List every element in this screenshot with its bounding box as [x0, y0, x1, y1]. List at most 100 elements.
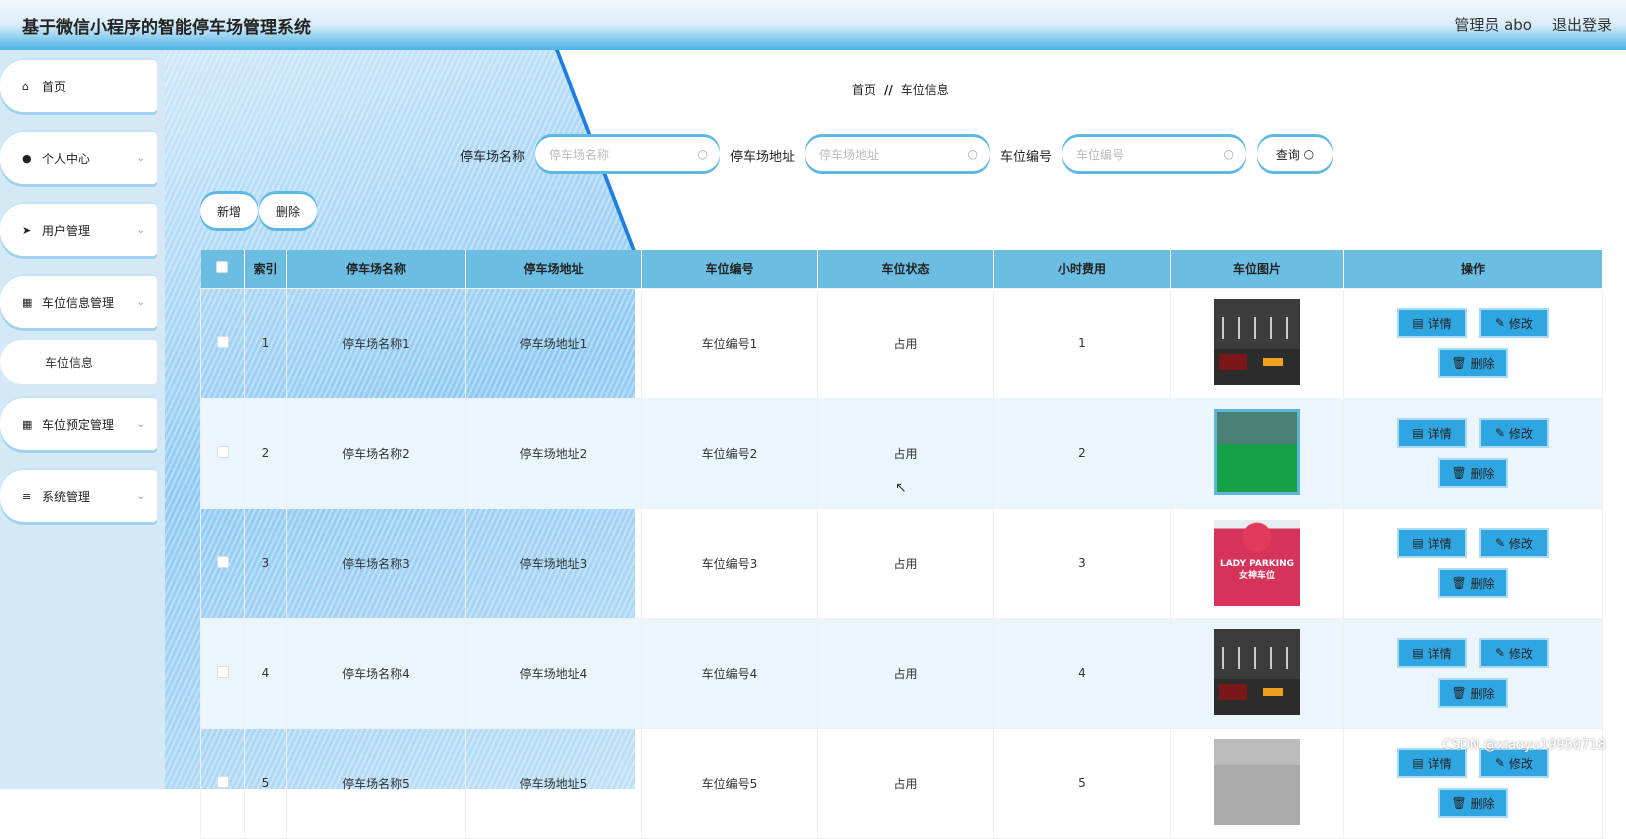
parking-space-image[interactable]: LADY PARKING 女神车位	[1214, 520, 1300, 606]
name-search-input[interactable]: 停车场名称 ○	[535, 137, 720, 171]
status-cell: 占用	[817, 507, 994, 619]
detail-button[interactable]: ▤ 详情	[1397, 308, 1467, 338]
document-icon: ▤	[1412, 426, 1428, 440]
sidebar-item-3[interactable]: ▦ 车位信息管理 ⌄	[0, 276, 157, 328]
edit-button[interactable]: ✎ 修改	[1479, 418, 1549, 448]
home-icon: ⌂	[22, 79, 29, 93]
add-button[interactable]: 新增	[200, 194, 258, 228]
parking-space-image[interactable]	[1214, 628, 1300, 715]
logout-link[interactable]: 退出登录	[1552, 16, 1612, 34]
parking-space-image[interactable]	[1214, 738, 1300, 825]
sidebar-item-label: 车位信息管理	[42, 295, 115, 310]
sidebar-item-2[interactable]: ➤ 用户管理 ⌄	[0, 204, 157, 256]
row-delete-button[interactable]: 🗑 删除	[1438, 458, 1508, 488]
name-cell: 停车场名称5	[286, 727, 466, 839]
table-row: 3 停车场名称3 停车场地址3 车位编号3 占用 3 LADY PARKING …	[200, 507, 1603, 619]
image-cell: LADY PARKING 女神车位	[1170, 507, 1344, 619]
detail-label: 详情	[1427, 536, 1452, 551]
grid-icon: ▦	[22, 295, 33, 309]
addr-search-input[interactable]: 停车场地址 ○	[805, 137, 990, 171]
placeholder: 停车场名称	[549, 147, 610, 162]
row-delete-button[interactable]: 🗑 删除	[1438, 788, 1508, 818]
select-all-checkbox[interactable]	[216, 261, 229, 274]
sidebar-item-4[interactable]: ▦ 车位预定管理 ⌄	[0, 398, 157, 450]
fee-cell: 5	[993, 727, 1171, 839]
pencil-icon: ✎	[1495, 646, 1509, 660]
query-label: 查询	[1275, 147, 1300, 162]
row-checkbox[interactable]	[216, 555, 229, 568]
delete-label: 删除	[1470, 796, 1495, 811]
parking-space-image[interactable]	[1214, 408, 1300, 495]
detail-button[interactable]: ▤ 详情	[1397, 638, 1467, 668]
status-cell: 占用	[817, 727, 994, 839]
sidebar: ⌂ 首页 ● 个人中心 ⌄ ➤ 用户管理 ⌄ ▦ 车位信息管理 ⌄ ▦ 车位预定管理 ⌄ ≡ 系统管理 ⌄ 车位信…	[0, 50, 165, 789]
row-checkbox[interactable]	[216, 665, 229, 678]
breadcrumb-home[interactable]: 首页	[852, 83, 876, 97]
image-cell	[1170, 287, 1344, 399]
ops-cell: ▤ 详情 ✎ 修改 🗑 删除	[1343, 397, 1603, 509]
column-header: 停车场名称	[286, 250, 466, 288]
index-cell: 4	[244, 617, 287, 729]
detail-button[interactable]: ▤ 详情	[1397, 418, 1467, 448]
document-icon: ▤	[1412, 316, 1428, 330]
fee-cell: 4	[993, 617, 1171, 729]
row-delete-button[interactable]: 🗑 删除	[1438, 348, 1508, 378]
row-checkbox[interactable]	[216, 775, 229, 788]
sidebar-item-label: 个人中心	[42, 151, 91, 166]
trash-icon: 🗑	[1451, 466, 1471, 480]
row-delete-button[interactable]: 🗑 删除	[1438, 678, 1508, 708]
column-header: 操作	[1343, 250, 1603, 288]
sidebar-subitem-parking-info[interactable]: 车位信息	[0, 340, 157, 384]
addr-label: 停车场地址	[730, 150, 796, 165]
trash-icon: 🗑	[1451, 356, 1471, 370]
column-header: 车位图片	[1170, 250, 1344, 288]
column-header: 小时费用	[993, 250, 1171, 288]
edit-button[interactable]: ✎ 修改	[1479, 528, 1549, 558]
row-checkbox[interactable]	[216, 445, 229, 458]
edit-button[interactable]: ✎ 修改	[1479, 638, 1549, 668]
breadcrumb-sep: //	[884, 83, 893, 97]
num-cell: 车位编号3	[641, 507, 818, 619]
sidebar-item-1[interactable]: ● 个人中心 ⌄	[0, 132, 157, 184]
num-search-input[interactable]: 车位编号 ○	[1062, 137, 1246, 171]
pencil-icon: ✎	[1495, 536, 1509, 550]
header: 基于微信小程序的智能停车场管理系统 管理员 abo 退出登录	[0, 0, 1626, 50]
row-select-cell	[200, 507, 245, 619]
image-cell	[1170, 397, 1344, 509]
edit-button[interactable]: ✎ 修改	[1479, 308, 1549, 338]
user-label[interactable]: 管理员 abo	[1454, 16, 1532, 34]
select-all-header	[200, 250, 245, 288]
ops-cell: ▤ 详情 ✎ 修改 🗑 删除	[1343, 617, 1603, 729]
sidebar-item-label: 系统管理	[42, 489, 91, 504]
name-cell: 停车场名称4	[286, 617, 466, 729]
row-select-cell	[200, 287, 245, 399]
app-title: 基于微信小程序的智能停车场管理系统	[22, 18, 311, 38]
search-icon: ○	[1303, 147, 1315, 161]
edit-label: 修改	[1508, 646, 1533, 661]
breadcrumb-current: 车位信息	[900, 83, 949, 97]
query-button[interactable]: 查询 ○	[1257, 137, 1333, 171]
image-cell	[1170, 617, 1344, 729]
num-label: 车位编号	[1000, 150, 1053, 165]
table-row: 5 停车场名称5 停车场地址5 车位编号5 占用 5 ▤ 详情 ✎ 修改 🗑 删…	[200, 727, 1603, 839]
parking-space-image[interactable]	[1214, 298, 1300, 385]
edit-label: 修改	[1508, 316, 1533, 331]
placeholder: 停车场地址	[819, 147, 880, 162]
detail-label: 详情	[1427, 316, 1452, 331]
edit-label: 修改	[1508, 536, 1533, 551]
row-checkbox[interactable]	[216, 335, 229, 348]
name-cell: 停车场名称1	[286, 287, 466, 399]
delete-label: 删除	[1470, 466, 1495, 481]
send-icon: ➤	[22, 223, 32, 237]
detail-label: 详情	[1427, 646, 1452, 661]
fee-cell: 2	[993, 397, 1171, 509]
delete-button[interactable]: 删除	[259, 194, 317, 228]
row-select-cell	[200, 727, 245, 839]
row-delete-button[interactable]: 🗑 删除	[1438, 568, 1508, 598]
menu-icon: ≡	[22, 489, 32, 503]
chevron-down-icon: ⌄	[136, 224, 145, 236]
sidebar-item-5[interactable]: ≡ 系统管理 ⌄	[0, 470, 157, 522]
sidebar-item-0[interactable]: ⌂ 首页	[0, 60, 157, 112]
sidebar-item-label: 车位预定管理	[42, 417, 115, 432]
detail-button[interactable]: ▤ 详情	[1397, 528, 1467, 558]
